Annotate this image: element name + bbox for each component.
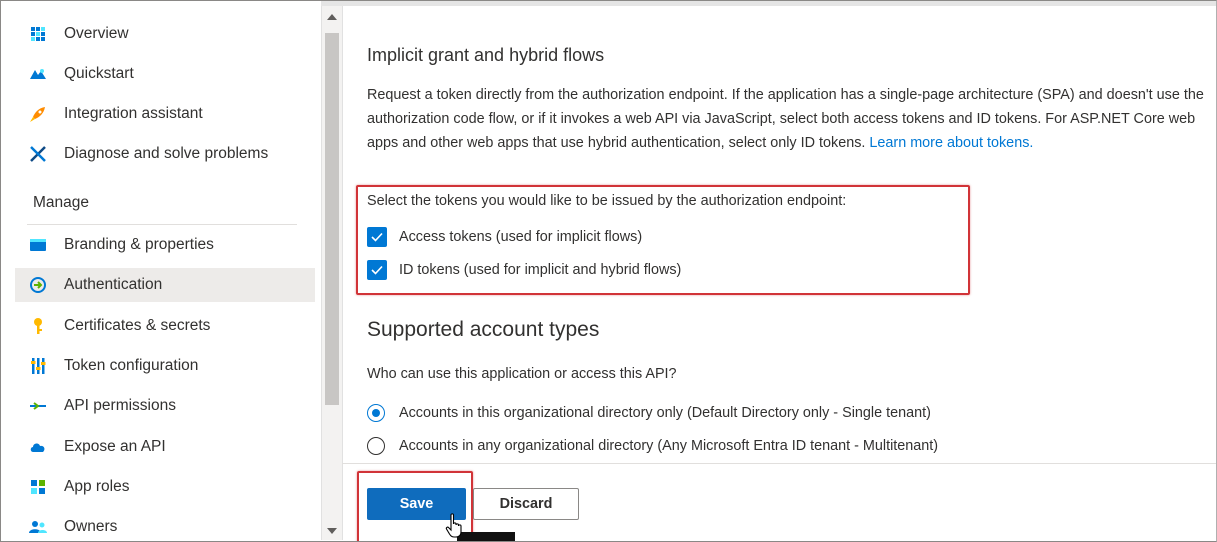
scroll-up-arrow-icon[interactable]	[327, 14, 337, 20]
sidebar-item-label: Quickstart	[64, 65, 134, 82]
key-icon	[27, 315, 49, 337]
id-tokens-label: ID tokens (used for implicit and hybrid …	[399, 262, 682, 278]
app-frame: Overview Quickstart Integration assistan…	[0, 0, 1217, 542]
checkmark-icon	[371, 232, 383, 242]
access-tokens-label: Access tokens (used for implicit flows)	[399, 229, 643, 245]
multitenant-radio[interactable]	[367, 437, 385, 455]
sidebar-item-label: Authentication	[64, 276, 163, 293]
sidebar-item-label: API permissions	[64, 397, 176, 414]
sidebar-item-label: Diagnose and solve problems	[64, 145, 269, 162]
sidebar-item-api-permissions[interactable]: API permissions	[15, 389, 315, 423]
sidebar-item-label: Certificates & secrets	[64, 317, 211, 334]
account-option-single-tenant[interactable]: Accounts in this organizational director…	[367, 401, 931, 425]
id-tokens-checkbox-row[interactable]: ID tokens (used for implicit and hybrid …	[367, 258, 681, 282]
divider	[27, 224, 297, 225]
sidebar-item-label: Token configuration	[64, 357, 199, 374]
single-tenant-radio[interactable]	[367, 404, 385, 422]
supported-account-types-heading: Supported account types	[367, 318, 600, 341]
id-tokens-checkbox[interactable]	[367, 260, 387, 280]
sidebar-item-branding[interactable]: Branding & properties	[15, 228, 315, 262]
token-prompt: Select the tokens you would like to be i…	[367, 193, 847, 209]
sidebar-item-authentication[interactable]: Authentication	[15, 268, 315, 302]
access-tokens-checkbox[interactable]	[367, 227, 387, 247]
sidebar: Overview Quickstart Integration assistan…	[1, 1, 321, 541]
authentication-icon	[27, 274, 49, 296]
branding-icon	[27, 234, 49, 256]
sidebar-item-expose-api[interactable]: Expose an API	[15, 430, 315, 464]
account-option-multitenant[interactable]: Accounts in any organizational directory…	[367, 434, 938, 458]
discard-button[interactable]: Discard	[473, 488, 579, 520]
wrench-icon	[27, 143, 49, 165]
radio-label: Accounts in any organizational directory…	[399, 438, 939, 454]
sidebar-item-label: Expose an API	[64, 438, 166, 455]
sidebar-item-diagnose[interactable]: Diagnose and solve problems	[15, 137, 315, 171]
rocket-icon	[27, 103, 49, 125]
sidebar-item-certificates[interactable]: Certificates & secrets	[15, 309, 315, 343]
api-permissions-icon	[27, 395, 49, 417]
quickstart-icon	[27, 63, 49, 85]
token-config-icon	[27, 355, 49, 377]
overview-icon	[27, 23, 49, 45]
radio-label: Accounts in this organizational director…	[399, 405, 931, 421]
section-heading-manage: Manage	[33, 194, 90, 211]
sidebar-item-app-roles[interactable]: App roles	[15, 470, 315, 504]
sidebar-scrollbar[interactable]	[321, 6, 343, 540]
learn-more-link[interactable]: Learn more about tokens.	[869, 135, 1033, 151]
sidebar-item-token-configuration[interactable]: Token configuration	[15, 349, 315, 383]
accounts-question: Who can use this application or access t…	[367, 366, 677, 382]
sidebar-item-label: App roles	[64, 478, 130, 495]
sidebar-item-label: Integration assistant	[64, 105, 203, 122]
main-content: Implicit grant and hybrid flows Request …	[342, 1, 1216, 541]
sidebar-item-integration-assistant[interactable]: Integration assistant	[15, 97, 315, 131]
tooltip	[457, 532, 515, 541]
scrollbar-thumb[interactable]	[325, 33, 339, 405]
sidebar-item-owners[interactable]: Owners	[15, 510, 315, 541]
footer-divider	[342, 463, 1216, 464]
description-text: Request a token directly from the author…	[367, 87, 1204, 151]
cloud-icon	[27, 436, 49, 458]
scroll-down-arrow-icon[interactable]	[327, 528, 337, 534]
sidebar-item-label: Owners	[64, 518, 118, 535]
hand-pointer-icon	[445, 513, 465, 541]
implicit-grant-heading: Implicit grant and hybrid flows	[367, 45, 605, 65]
access-tokens-checkbox-row[interactable]: Access tokens (used for implicit flows)	[367, 225, 642, 249]
sidebar-item-quickstart[interactable]: Quickstart	[15, 57, 315, 91]
sidebar-item-label: Overview	[64, 25, 129, 42]
sidebar-item-label: Branding & properties	[64, 236, 214, 253]
app-roles-icon	[27, 476, 49, 498]
owners-icon	[27, 516, 49, 538]
sidebar-item-overview[interactable]: Overview	[15, 17, 315, 51]
checkmark-icon	[371, 265, 383, 275]
implicit-grant-description: Request a token directly from the author…	[367, 83, 1216, 155]
